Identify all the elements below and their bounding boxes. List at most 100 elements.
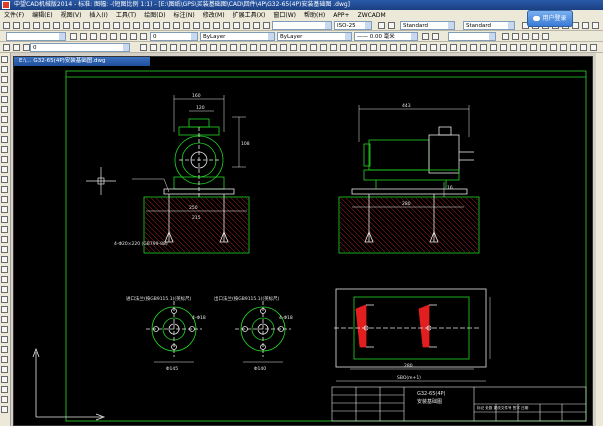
drawing-canvas[interactable]: 160 120 108 250 215 443 280 16 280 SBO(m… (14, 57, 594, 426)
tool-icon[interactable] (170, 44, 177, 51)
tool-icon[interactable] (130, 33, 137, 40)
tool-icon[interactable] (500, 44, 507, 51)
tool-icon[interactable] (430, 44, 437, 51)
tool-icon[interactable] (233, 22, 240, 29)
tool-icon[interactable] (520, 44, 527, 51)
tool-icon[interactable] (203, 22, 210, 29)
tool-icon[interactable] (263, 22, 270, 29)
tool-icon[interactable] (400, 44, 407, 51)
tool-icon[interactable] (522, 33, 529, 40)
tool-icon[interactable] (390, 44, 397, 51)
tool-icon[interactable] (183, 22, 190, 29)
tool-icon[interactable] (580, 44, 587, 51)
draw-tool-icon[interactable] (1, 226, 8, 233)
tool-icon[interactable] (173, 22, 180, 29)
tool-icon[interactable] (3, 44, 10, 51)
linetype-combo[interactable]: ByLayer (277, 32, 352, 41)
tool-icon[interactable] (190, 44, 197, 51)
tool-icon[interactable] (502, 33, 509, 40)
drawing-window[interactable]: E:\… G32-65(4P)安装基础图.dwg 160 120 108 250… (13, 56, 593, 426)
tool-icon[interactable] (290, 44, 297, 51)
tool-icon[interactable] (590, 44, 597, 51)
lineweight-combo[interactable]: —— 0.00 毫米 (354, 32, 418, 41)
tool-icon[interactable] (23, 22, 30, 29)
tool-icon[interactable] (103, 22, 110, 29)
tool-icon[interactable] (100, 33, 107, 40)
draw-tool-icon[interactable] (1, 186, 8, 193)
tool-icon[interactable] (300, 44, 307, 51)
tool-icon[interactable] (43, 22, 50, 29)
draw-tool-icon[interactable] (1, 326, 8, 333)
draw-tool-icon[interactable] (1, 156, 8, 163)
draw-tool-icon[interactable] (1, 116, 8, 123)
draw-tool-icon[interactable] (1, 176, 8, 183)
tool-icon[interactable] (13, 22, 20, 29)
text-style-combo[interactable]: Standard (400, 21, 455, 30)
draw-tool-icon[interactable] (1, 306, 8, 313)
tool-icon[interactable] (90, 33, 97, 40)
draw-tool-icon[interactable] (1, 256, 8, 263)
draw-tool-icon[interactable] (1, 126, 8, 133)
tool-icon[interactable] (480, 44, 487, 51)
tool-icon[interactable] (80, 33, 87, 40)
tool-icon[interactable] (180, 44, 187, 51)
tool-icon[interactable] (243, 22, 250, 29)
tool-icon[interactable] (350, 44, 357, 51)
tool-icon[interactable] (113, 22, 120, 29)
tool-icon[interactable] (3, 22, 10, 29)
tool-icon[interactable] (223, 22, 230, 29)
tool-icon[interactable] (83, 22, 90, 29)
tool-icon[interactable] (420, 44, 427, 51)
tool-icon[interactable] (213, 22, 220, 29)
tool-icon[interactable] (93, 22, 100, 29)
color-combo[interactable]: ByLayer (200, 32, 275, 41)
tool-icon[interactable] (143, 22, 150, 29)
tool-icon[interactable] (33, 22, 40, 29)
draw-tool-icon[interactable] (1, 136, 8, 143)
draw-tool-icon[interactable] (1, 216, 8, 223)
tool-icon[interactable] (360, 44, 367, 51)
tool-icon[interactable] (193, 22, 200, 29)
layer-name-combo[interactable]: 0 (30, 43, 130, 52)
tool-icon[interactable] (280, 44, 287, 51)
tool-icon[interactable] (270, 44, 277, 51)
draw-tool-icon[interactable] (1, 56, 8, 63)
tool-icon[interactable] (582, 22, 589, 29)
draw-tool-icon[interactable] (1, 236, 8, 243)
tool-icon[interactable] (470, 44, 477, 51)
tool-icon[interactable] (490, 44, 497, 51)
draw-tool-icon[interactable] (1, 296, 8, 303)
tool-icon[interactable] (250, 44, 257, 51)
tool-icon[interactable] (13, 44, 20, 51)
tool-icon[interactable] (450, 44, 457, 51)
draw-tool-icon[interactable] (1, 66, 8, 73)
plotstyle-combo[interactable] (448, 32, 496, 41)
tool-icon[interactable] (123, 22, 130, 29)
tool-icon[interactable] (23, 44, 30, 51)
tool-icon[interactable] (153, 22, 160, 29)
tool-icon[interactable] (460, 44, 467, 51)
tool-icon[interactable] (140, 33, 147, 40)
tool-icon[interactable] (540, 44, 547, 51)
draw-tool-icon[interactable] (1, 106, 8, 113)
tool-icon[interactable] (63, 22, 70, 29)
tool-icon[interactable] (53, 22, 60, 29)
tool-icon[interactable] (340, 44, 347, 51)
dim-style-combo[interactable]: Standard (463, 21, 515, 30)
tool-icon[interactable] (220, 44, 227, 51)
tool-icon[interactable] (240, 44, 247, 51)
tool-icon[interactable] (592, 22, 599, 29)
iso-combo[interactable]: ISO-25 (334, 21, 372, 30)
tool-icon[interactable] (260, 44, 267, 51)
tool-icon[interactable] (160, 44, 167, 51)
tool-icon[interactable] (73, 22, 80, 29)
tool-icon[interactable] (378, 22, 385, 29)
draw-tool-icon[interactable] (1, 146, 8, 153)
draw-tool-icon[interactable] (1, 396, 8, 403)
layer-state-combo[interactable] (6, 32, 66, 41)
draw-tool-icon[interactable] (1, 196, 8, 203)
tool-icon[interactable] (560, 44, 567, 51)
draw-tool-icon[interactable] (1, 386, 8, 393)
tool-icon[interactable] (422, 33, 429, 40)
layer-combo[interactable]: 0 (150, 32, 198, 41)
